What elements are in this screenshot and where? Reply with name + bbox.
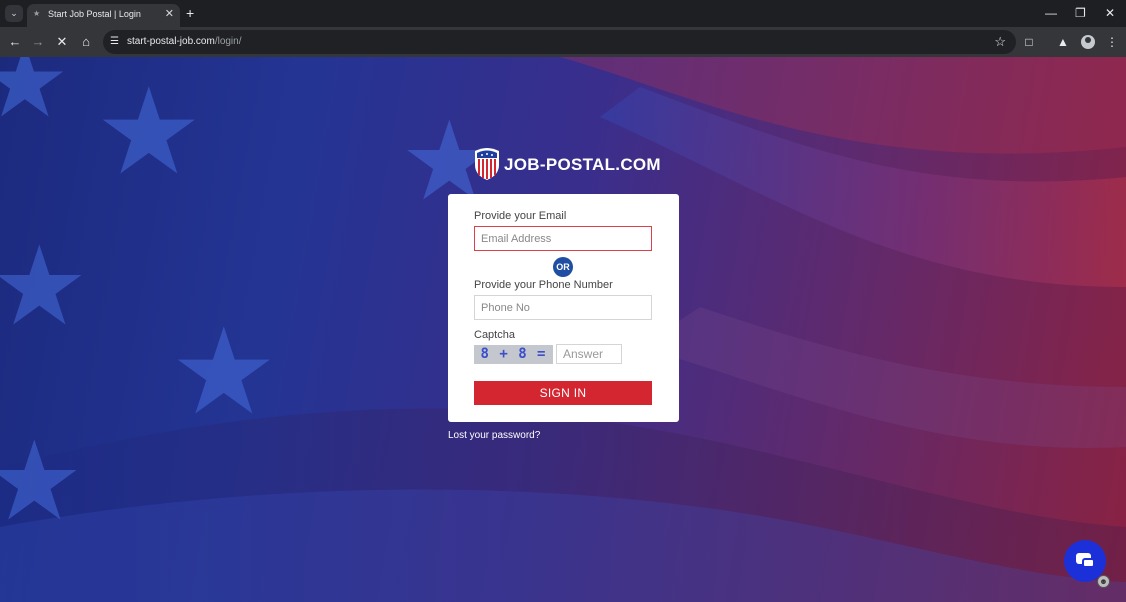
- site-logo[interactable]: JOB-POSTAL.COM: [473, 147, 663, 183]
- email-field[interactable]: [474, 226, 652, 251]
- captcha-label: Captcha: [474, 329, 515, 341]
- page-background: ★ ★ ★ ★ ★ ★ JOB-POSTAL.COM Provide your …: [0, 57, 1126, 602]
- home-icon[interactable]: ⌂: [77, 33, 95, 51]
- phone-field[interactable]: [474, 295, 652, 320]
- avatar-icon[interactable]: [1081, 35, 1095, 49]
- stop-loading-button[interactable]: ✕: [53, 33, 71, 51]
- browser-toolbar: ← → ✕ ⌂ ☰ start-postal-job.com/login/ ☆ …: [0, 27, 1126, 57]
- address-bar[interactable]: ☰ start-postal-job.com/login/ ☆: [103, 30, 1016, 54]
- page-icon: ★: [33, 9, 41, 18]
- lost-password-link[interactable]: Lost your password?: [448, 430, 540, 441]
- star-decoration: ★: [95, 65, 203, 199]
- captcha-question: 8 + 8 =: [474, 345, 553, 364]
- logo-wordmark: JOB-POSTAL.COM: [504, 155, 661, 174]
- close-icon[interactable]: ✕: [1105, 5, 1115, 21]
- sign-in-button[interactable]: SIGN IN: [474, 381, 652, 405]
- star-decoration: ★: [0, 57, 70, 138]
- puzzle-icon[interactable]: □: [1021, 33, 1037, 51]
- minimize-icon[interactable]: —: [1045, 5, 1057, 21]
- new-tab-button[interactable]: +: [186, 4, 194, 22]
- tune-icon[interactable]: ☰: [110, 34, 119, 50]
- widget-badge-icon[interactable]: ☻: [1097, 575, 1110, 588]
- tab-title: Start Job Postal | Login: [48, 9, 141, 19]
- tab-strip: ⌄ ★ Start Job Postal | Login ✕ + — ❐ ✕: [0, 0, 1126, 27]
- login-form-card: Provide your Email OR Provide your Phone…: [448, 194, 679, 422]
- browser-tab[interactable]: ★ Start Job Postal | Login ✕: [27, 4, 180, 27]
- star-decoration: ★: [0, 225, 89, 348]
- star-icon[interactable]: ☆: [994, 33, 1006, 51]
- back-arrow-icon[interactable]: ←: [6, 33, 24, 51]
- captcha-answer-field[interactable]: [556, 344, 622, 364]
- or-separator-badge: OR: [553, 257, 573, 277]
- star-decoration: ★: [170, 305, 278, 439]
- forward-arrow-icon[interactable]: →: [29, 33, 47, 51]
- url-text[interactable]: start-postal-job.com/login/: [127, 36, 242, 47]
- flask-icon[interactable]: ▲: [1055, 33, 1071, 51]
- email-label: Provide your Email: [474, 210, 567, 222]
- star-decoration: ★: [0, 420, 84, 543]
- chevron-down-icon[interactable]: ⌄: [5, 5, 23, 22]
- phone-label: Provide your Phone Number: [474, 279, 613, 291]
- restore-icon[interactable]: ❐: [1075, 5, 1086, 21]
- shield-logo-icon: [475, 148, 499, 180]
- kebab-menu-icon[interactable]: ⋮: [1104, 33, 1120, 51]
- close-icon[interactable]: ✕: [165, 7, 174, 21]
